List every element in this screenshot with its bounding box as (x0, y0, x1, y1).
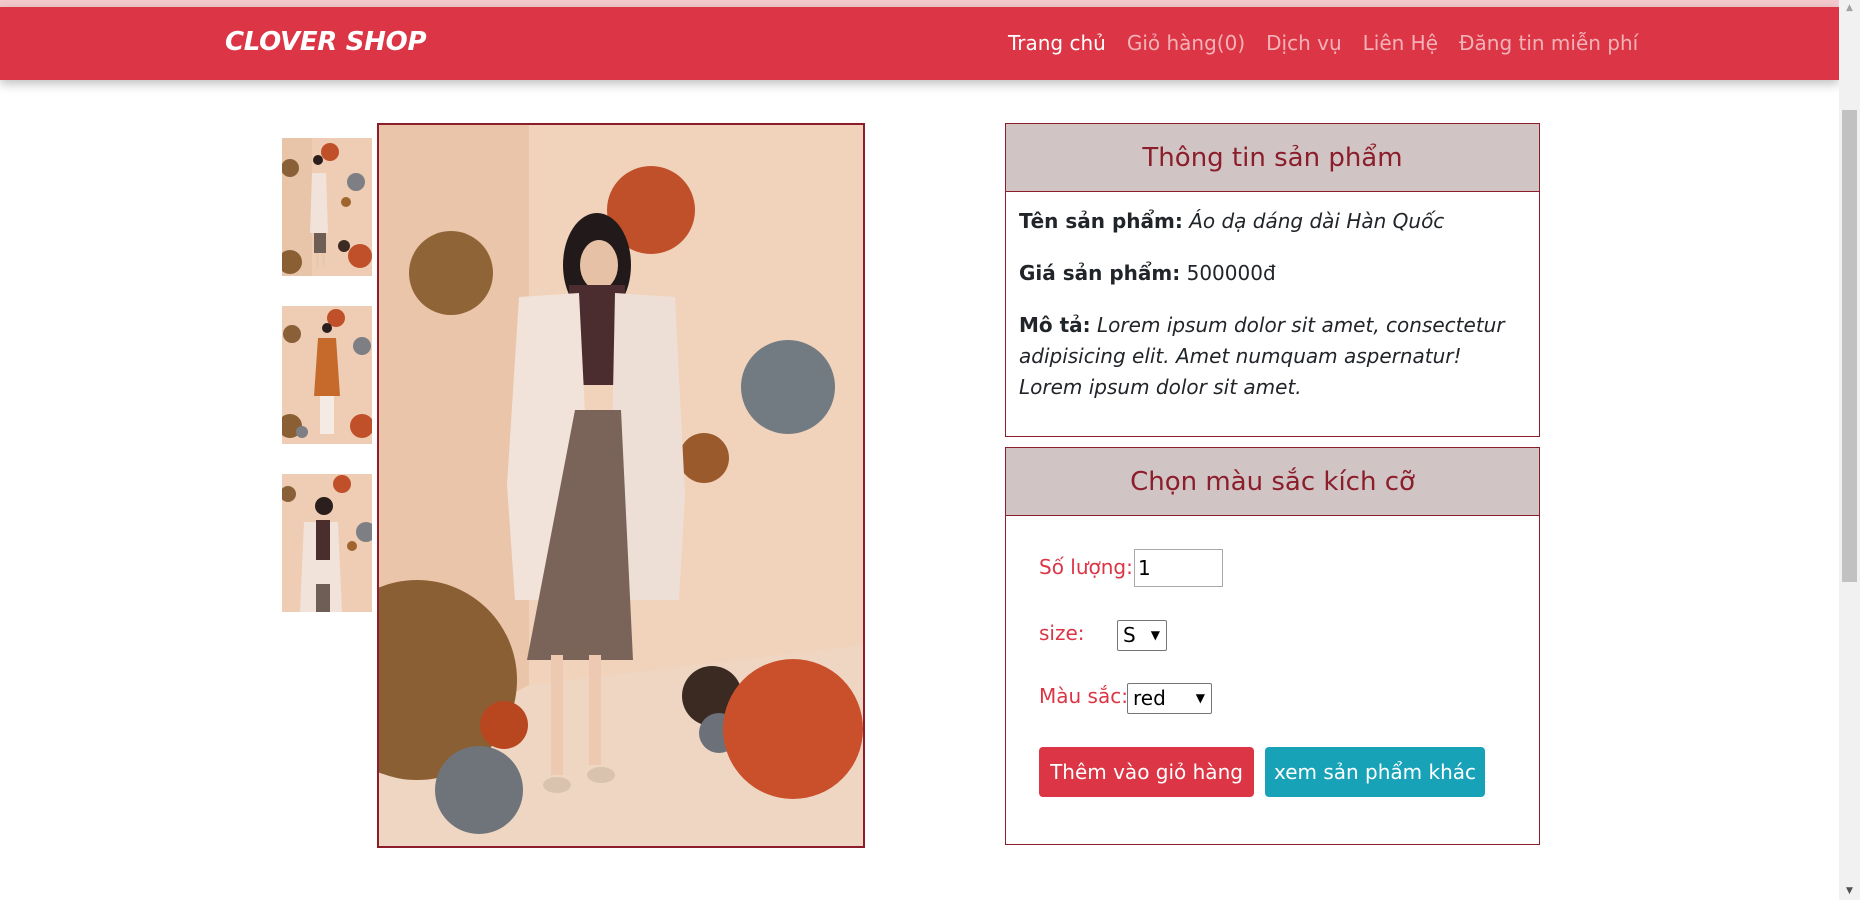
product-description-row: Mô tả: Lorem ipsum dolor sit amet, conse… (1019, 310, 1526, 403)
view-other-products-button[interactable]: xem sản phẩm khác (1265, 747, 1485, 797)
product-price-row: Giá sản phẩm: 500000đ (1019, 258, 1526, 289)
quantity-input[interactable]: 1 (1134, 549, 1223, 587)
color-label: Màu sắc: (1039, 684, 1128, 708)
chevron-down-icon: ▼ (1150, 628, 1160, 642)
color-select-value: red (1133, 686, 1166, 710)
scrollbar-thumb[interactable] (1842, 110, 1857, 582)
size-select-value: S (1123, 623, 1136, 647)
size-label: size: (1039, 621, 1085, 645)
quantity-label: Số lượng: (1039, 555, 1133, 579)
top-strip (0, 0, 1839, 7)
product-thumbnail-3[interactable] (282, 474, 372, 612)
product-description-label: Mô tả: (1019, 313, 1091, 337)
navbar: CLOVER SHOP Trang chủ Giỏ hàng(0) Dịch v… (0, 7, 1839, 80)
page-scrollbar[interactable]: ▲ ▼ (1839, 0, 1860, 900)
scroll-up-icon[interactable]: ▲ (1839, 0, 1860, 17)
chevron-down-icon: ▼ (1195, 691, 1205, 705)
product-info-card: Thông tin sản phẩm Tên sản phẩm: Áo dạ d… (1005, 123, 1540, 437)
nav-item-post-free[interactable]: Đăng tin miễn phí (1459, 31, 1638, 55)
product-options-title: Chọn màu sắc kích cỡ (1006, 448, 1539, 516)
product-price-value: 500000đ (1186, 261, 1276, 285)
nav-item-cart[interactable]: Giỏ hàng(0) (1127, 31, 1245, 55)
scroll-down-icon[interactable]: ▼ (1839, 883, 1860, 900)
size-select[interactable]: S ▼ (1117, 620, 1167, 651)
product-name-row: Tên sản phẩm: Áo dạ dáng dài Hàn Quốc (1019, 206, 1526, 237)
product-price-label: Giá sản phẩm: (1019, 261, 1181, 285)
product-name-value: Áo dạ dáng dài Hàn Quốc (1189, 209, 1445, 233)
product-main-image (377, 123, 865, 848)
product-name-label: Tên sản phẩm: (1019, 209, 1183, 233)
color-select[interactable]: red ▼ (1127, 683, 1212, 714)
nav-links: Trang chủ Giỏ hàng(0) Dịch vụ Liên Hệ Đă… (1008, 31, 1659, 55)
nav-item-services[interactable]: Dịch vụ (1266, 31, 1342, 55)
product-thumbnail-2[interactable] (282, 306, 372, 444)
nav-item-contact[interactable]: Liên Hệ (1363, 31, 1438, 55)
product-options-card: Chọn màu sắc kích cỡ Số lượng: 1 size: S… (1005, 447, 1540, 845)
product-description-value: Lorem ipsum dolor sit amet, consectetur … (1019, 313, 1505, 399)
product-thumbnail-1[interactable] (282, 138, 372, 276)
add-to-cart-button[interactable]: Thêm vào giỏ hàng (1039, 747, 1254, 797)
nav-item-home[interactable]: Trang chủ (1008, 31, 1106, 55)
brand-logo[interactable]: CLOVER SHOP (225, 27, 427, 57)
product-info-title: Thông tin sản phẩm (1006, 124, 1539, 192)
